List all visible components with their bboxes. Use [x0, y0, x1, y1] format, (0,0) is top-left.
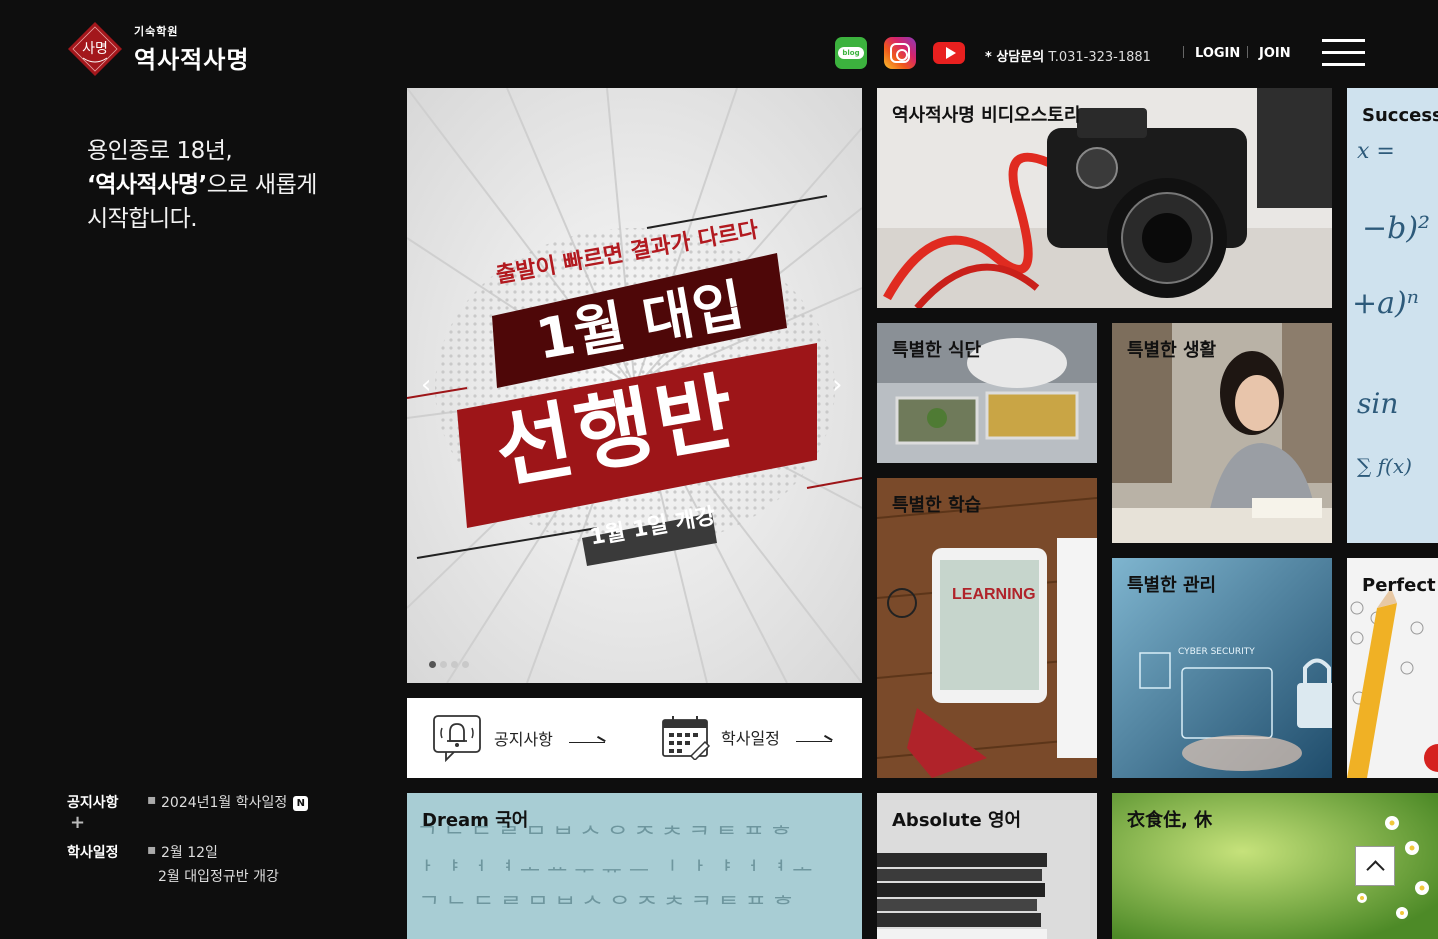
arrow-right-icon — [568, 733, 605, 743]
quick-links-bar: 공지사항 학사일정 — [407, 698, 862, 778]
contact-prefix: * 상담문의 — [985, 50, 1045, 65]
banner-prev-arrow-icon[interactable]: ‹ — [421, 370, 431, 400]
svg-text:sin: sin — [1357, 387, 1398, 420]
tile-label: 특별한 생활 — [1127, 340, 1217, 361]
tile-special-study[interactable]: LEARNING 특별한 학습 — [877, 478, 1097, 778]
quick-link-schedule[interactable]: 학사일정 — [661, 714, 832, 760]
notice-more-plus-icon[interactable]: + — [70, 812, 85, 833]
intro-line-2: 으로 새롭게 — [206, 172, 318, 198]
quick-link-notice[interactable]: 공지사항 — [432, 714, 605, 762]
tile-label: 역사적사명 비디오스토리 — [892, 105, 1081, 126]
quick-link-notice-label: 공지사항 — [494, 730, 553, 749]
tile-perfect-inquiry[interactable]: Perfect 탐구 — [1347, 558, 1438, 778]
svg-text:∑ f(x): ∑ f(x) — [1357, 454, 1412, 478]
menu-hamburger-icon[interactable] — [1322, 39, 1365, 67]
instagram-icon[interactable] — [884, 37, 916, 69]
logo[interactable]: 사명 기숙학원 역사적사명 — [66, 20, 249, 78]
logo-subtitle: 기숙학원 — [134, 25, 179, 38]
youtube-icon[interactable] — [933, 42, 965, 64]
bell-icon — [433, 715, 481, 762]
learning-word: LEARNING — [952, 586, 1036, 603]
tile-dream-korean[interactable]: ᄀ ᄂ ᄃ ᄅ ᄆ ᄇ ᄉ ᄋ ᄌ ᄎ ᄏ ᄐ ᄑ ᄒ ᅡ ᅣ ᅥ ᅧ ᅩ ᅭ … — [407, 793, 862, 939]
tile-label: Dream 국어 — [422, 810, 529, 831]
tile-label: 특별한 관리 — [1127, 575, 1217, 596]
contact-info: * 상담문의 T.031-323-1881 — [985, 46, 1151, 65]
arrow-right-icon — [795, 732, 832, 742]
pagination-dot[interactable] — [451, 661, 458, 668]
schedule-date: 2월 12일 — [161, 845, 218, 861]
schedule-heading: 학사일정 — [67, 845, 119, 861]
logo-name: 역사적사명 — [134, 46, 250, 74]
nav-divider — [1247, 46, 1248, 58]
tile-label: 특별한 학습 — [892, 495, 982, 516]
page: 사명 기숙학원 역사적사명 blog * 상담문의 T.031-323-1881… — [0, 0, 1438, 939]
math-formula-image: x = −b)² +a)ⁿ sin ∑ f(x) — [1347, 88, 1438, 543]
notice-heading: 공지사항 — [67, 795, 119, 811]
logo-mark-text: 사명 — [82, 41, 108, 57]
svg-text:ᅡ ᅣ ᅥ ᅧ ᅩ ᅭ ᅮ ᅲ ᅳ ᅵ ᅡ ᅣ ᅥ ᅧ ᅩ: ᅡ ᅣ ᅥ ᅧ ᅩ ᅭ ᅮ ᅲ ᅳ ᅵ ᅡ ᅣ ᅥ ᅧ ᅩ — [411, 859, 813, 884]
tile-special-manage[interactable]: CYBER SECURITY 특별한 관리 — [1112, 558, 1332, 778]
tile-label: 특별한 식단 — [892, 340, 982, 361]
banner-next-arrow-icon[interactable]: › — [832, 370, 842, 400]
tile-special-meal[interactable]: 특별한 식단 — [877, 323, 1097, 463]
intro-line-3: 시작합니다. — [87, 206, 198, 232]
quick-link-schedule-label: 학사일정 — [721, 729, 780, 748]
tile-label: Absolute 영어 — [892, 810, 1022, 831]
new-badge: N — [293, 796, 309, 811]
pagination-dot[interactable] — [429, 661, 436, 668]
login-link[interactable]: LOGIN — [1195, 46, 1240, 61]
intro-text: 용인종로 18년, ‘역사적사명’으로 새롭게 시작합니다. — [87, 134, 317, 236]
svg-text:+a)ⁿ: +a)ⁿ — [1352, 286, 1419, 321]
join-link[interactable]: JOIN — [1259, 46, 1291, 61]
nav-divider — [1183, 46, 1184, 58]
blog-icon[interactable]: blog — [835, 37, 867, 69]
pagination-dot[interactable] — [440, 661, 447, 668]
schedule-item[interactable]: 2월 대입정규반 개강 — [158, 866, 308, 886]
svg-text:x =: x = — [1357, 139, 1395, 164]
svg-text:ᄀ ᄂ ᄃ ᄅ ᄆ ᄇ ᄉ ᄋ ᄌ ᄎ ᄏ ᄐ ᄑ ᄒ: ᄀ ᄂ ᄃ ᄅ ᄆ ᄇ ᄉ ᄋ ᄌ ᄎ ᄏ ᄐ ᄑ ᄒ — [419, 894, 793, 919]
tile-label: 衣食住, 休 — [1127, 810, 1213, 831]
tile-label: Success 수학 — [1362, 105, 1438, 126]
main-banner-slider[interactable]: 출발이 빠르면 결과가 다르다 1월 대입 선행반 1월 1일 개강 ‹ › — [407, 88, 862, 683]
intro-brand: ‘역사적사명’ — [87, 172, 207, 198]
scroll-top-chevron-up-icon[interactable] — [1355, 846, 1395, 886]
notice-summary: 공지사항 ▪ 2024년1월 학사일정 N + 학사일정 ▪ 2월 12일 2월 … — [67, 792, 309, 886]
banner-pagination[interactable] — [429, 661, 469, 668]
cyber-security-text: CYBER SECURITY — [1178, 647, 1255, 657]
tile-label: Perfect 탐구 — [1362, 575, 1438, 596]
tile-success-math[interactable]: x = −b)² +a)ⁿ sin ∑ f(x) Success 수학 — [1347, 88, 1438, 543]
intro-line-1: 용인종로 18년, — [87, 138, 233, 164]
notice-item[interactable]: 2024년1월 학사일정 N — [161, 792, 309, 812]
pagination-dot[interactable] — [462, 661, 469, 668]
svg-text:−b)²: −b)² — [1362, 211, 1430, 246]
tile-absolute-english[interactable]: Absolute 영어 — [877, 793, 1097, 939]
calendar-icon — [662, 716, 711, 760]
contact-phone: T.031-323-1881 — [1048, 50, 1151, 65]
blog-label: blog — [838, 47, 864, 59]
tile-video-story[interactable]: 역사적사명 비디오스토리 — [877, 88, 1332, 308]
tile-special-life[interactable]: 특별한 생활 — [1112, 323, 1332, 543]
logo-emblem-icon: 사명 — [66, 20, 124, 78]
tablet-learning-image — [877, 478, 1097, 778]
